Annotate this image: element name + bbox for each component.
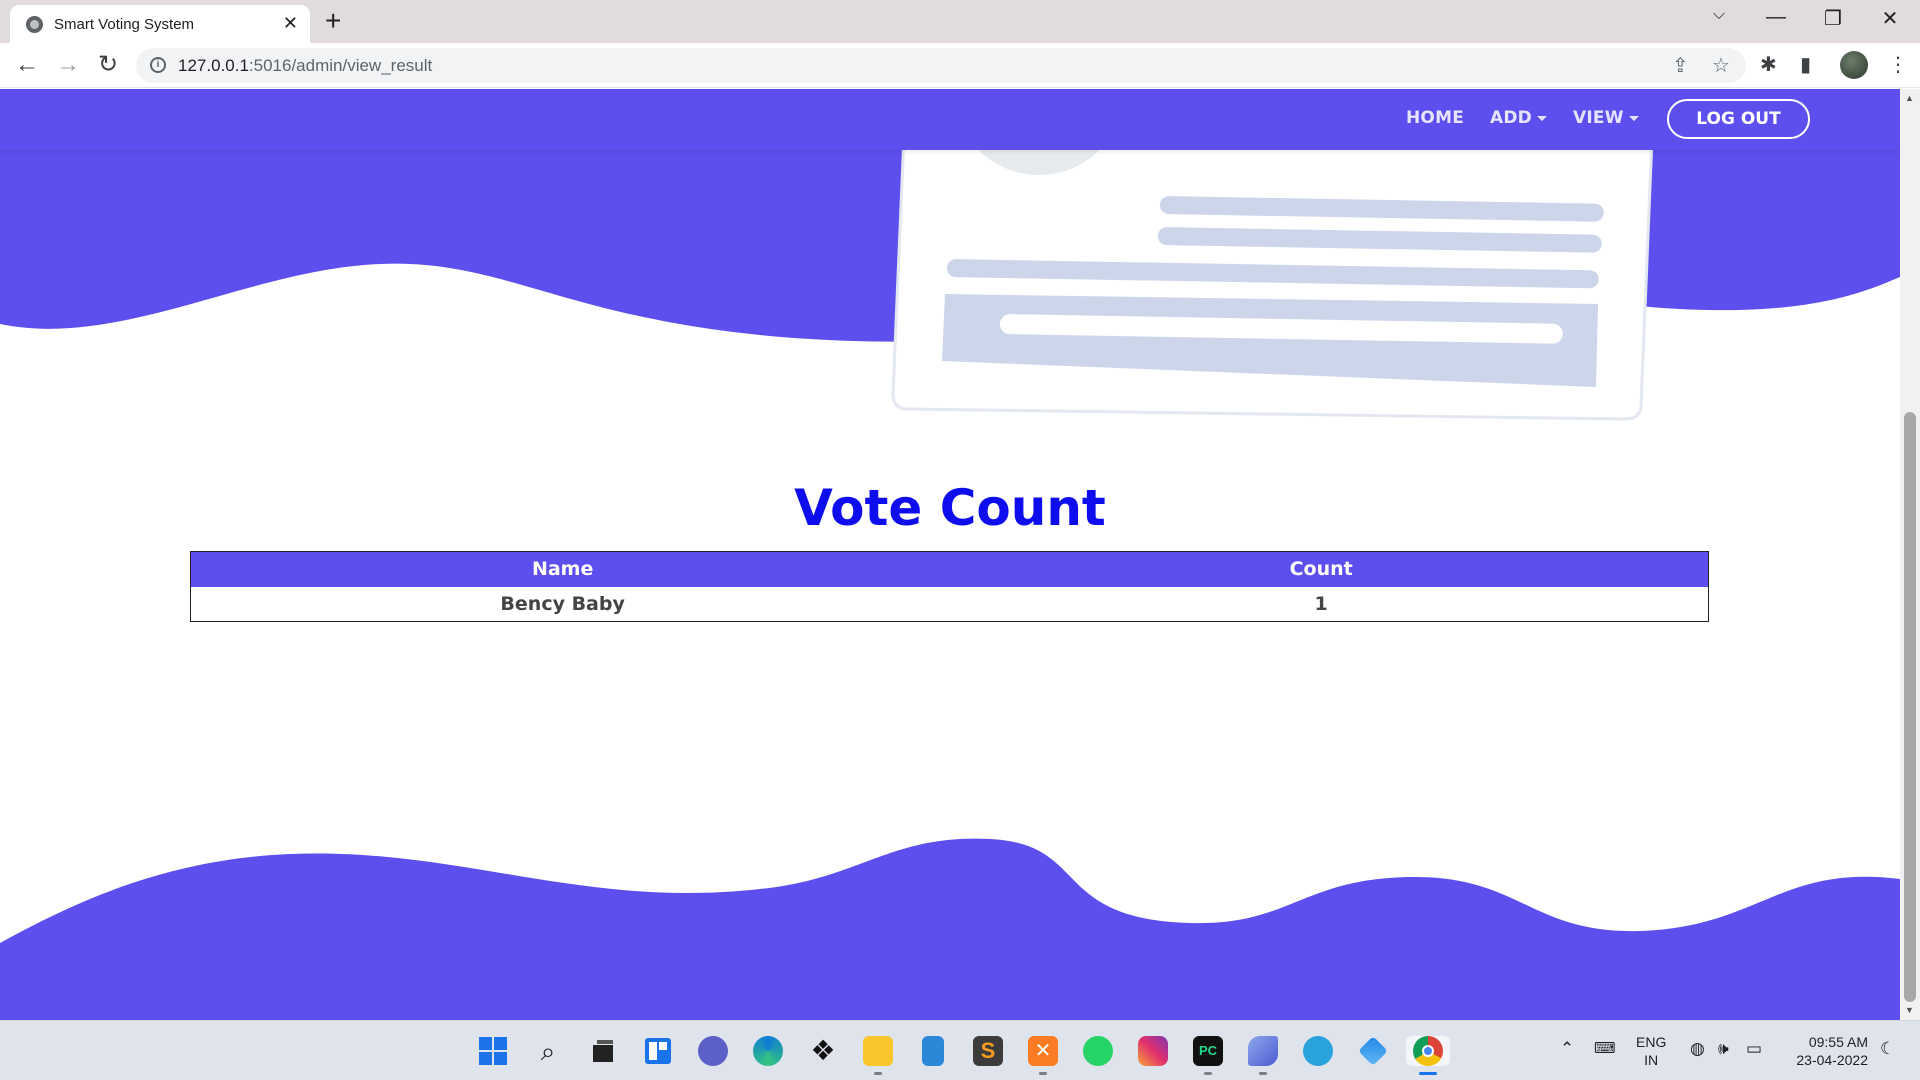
active-indicator <box>1419 1072 1437 1075</box>
windows-taskbar: ⌕ ❖ S ✕ PC ⌃ ⌨ ENG IN ◍ 🕪 ▭ 09:55 AM 23-04… <box>0 1020 1920 1080</box>
nav-add-dropdown[interactable]: ADD <box>1490 108 1547 128</box>
site-navbar: HOME ADD VIEW LOG OUT <box>0 89 1900 150</box>
menu-kebab-icon[interactable]: ⋮ <box>1888 52 1908 77</box>
dropbox-icon[interactable]: ❖ <box>808 1036 838 1066</box>
nav-view-dropdown[interactable]: VIEW <box>1573 108 1639 128</box>
tab-close-icon[interactable]: ✕ <box>283 13 298 34</box>
xampp-icon[interactable]: ✕ <box>1028 1036 1058 1066</box>
hero-wave-bottom <box>0 838 1900 1020</box>
tab-search-icon[interactable]: ⌵ <box>1704 6 1734 24</box>
caret-down-icon <box>1628 115 1639 121</box>
restore-icon[interactable]: ❐ <box>1818 6 1848 31</box>
focus-moon-icon[interactable]: ☾ <box>1880 1039 1895 1059</box>
nav-home-link[interactable]: HOME <box>1406 108 1464 128</box>
task-view-icon[interactable] <box>588 1036 618 1066</box>
running-indicator <box>1204 1072 1212 1075</box>
bookmark-star-icon[interactable]: ☆ <box>1712 53 1730 78</box>
back-icon[interactable]: ← <box>12 51 42 79</box>
new-tab-button[interactable]: + <box>325 5 341 37</box>
chevron-up-icon[interactable]: ⌃ <box>1560 1039 1574 1059</box>
profile-avatar[interactable] <box>1840 51 1868 79</box>
logout-button[interactable]: LOG OUT <box>1667 99 1810 139</box>
tab-title: Smart Voting System <box>54 16 195 33</box>
running-indicator <box>1259 1072 1267 1075</box>
widgets-icon[interactable] <box>643 1036 673 1066</box>
browser-tab[interactable]: Smart Voting System ✕ <box>10 5 310 43</box>
file-explorer-icon[interactable] <box>863 1036 893 1066</box>
chrome-taskbar-button[interactable] <box>1406 1036 1450 1066</box>
whatsapp-icon[interactable] <box>1083 1036 1113 1066</box>
minimize-icon[interactable]: — <box>1761 6 1791 29</box>
sublime-icon[interactable]: S <box>973 1036 1003 1066</box>
chat-icon[interactable] <box>698 1036 728 1066</box>
reload-icon[interactable]: ↻ <box>93 51 123 79</box>
table-header-row: Name Count <box>190 551 1709 587</box>
running-indicator <box>874 1072 882 1075</box>
keyboard-icon[interactable]: ⌨ <box>1594 1039 1616 1057</box>
search-icon[interactable]: ⌕ <box>533 1036 563 1066</box>
start-icon[interactable] <box>478 1036 508 1066</box>
notepad-icon[interactable] <box>922 1036 944 1066</box>
url-text[interactable]: 127.0.0.1:5016/admin/view_result <box>178 56 432 76</box>
cell-vote-count: 1 <box>934 586 1709 622</box>
table-row: Bency Baby 1 <box>190 586 1709 622</box>
site-info-icon[interactable]: i <box>150 57 166 73</box>
tab-strip: Smart Voting System ✕ + ⌵ — ❐ ✕ <box>0 0 1920 43</box>
globe-icon <box>26 16 43 33</box>
volume-icon[interactable]: 🕪 <box>1718 1039 1729 1059</box>
column-header-name: Name <box>190 551 935 587</box>
telegram-icon[interactable] <box>1303 1036 1333 1066</box>
vpn-icon[interactable] <box>1358 1036 1388 1066</box>
battery-icon[interactable]: ▭ <box>1746 1039 1762 1059</box>
column-header-count: Count <box>934 551 1709 587</box>
window-close-icon[interactable]: ✕ <box>1875 6 1905 31</box>
side-panel-icon[interactable]: ▮ <box>1800 52 1811 77</box>
scrollbar-thumb[interactable] <box>1904 412 1916 1002</box>
forward-icon[interactable]: → <box>53 51 83 79</box>
page-scrollbar[interactable]: ▲ ▼ <box>1900 89 1920 1020</box>
extensions-icon[interactable]: ✱ <box>1760 52 1777 77</box>
scroll-down-icon[interactable]: ▼ <box>1905 1005 1914 1015</box>
scroll-up-icon[interactable]: ▲ <box>1905 93 1914 103</box>
page-viewport: HOME ADD VIEW LOG OUT Vote Count Name Co… <box>0 89 1900 1020</box>
network-globe-icon[interactable]: ◍ <box>1690 1039 1705 1059</box>
clock[interactable]: 09:55 AM 23-04-2022 <box>1784 1033 1868 1069</box>
bird-app-icon[interactable] <box>1248 1036 1278 1066</box>
vote-count-table: Name Count Bency Baby 1 <box>190 551 1709 622</box>
browser-toolbar: ← → ↻ i 127.0.0.1:5016/admin/view_result… <box>0 43 1920 88</box>
language-indicator[interactable]: ENG IN <box>1636 1033 1666 1069</box>
chrome-icon-center <box>1422 1045 1434 1057</box>
running-indicator <box>1039 1072 1047 1075</box>
cell-candidate-name: Bency Baby <box>190 586 935 622</box>
address-bar[interactable]: i 127.0.0.1:5016/admin/view_result ⇪ ☆ <box>136 48 1746 83</box>
share-icon[interactable]: ⇪ <box>1672 53 1689 78</box>
page-title: Vote Count <box>794 479 1106 537</box>
caret-down-icon <box>1536 115 1547 121</box>
pycharm-icon[interactable]: PC <box>1193 1036 1223 1066</box>
edge-icon[interactable] <box>753 1036 783 1066</box>
instagram-icon[interactable] <box>1138 1036 1168 1066</box>
